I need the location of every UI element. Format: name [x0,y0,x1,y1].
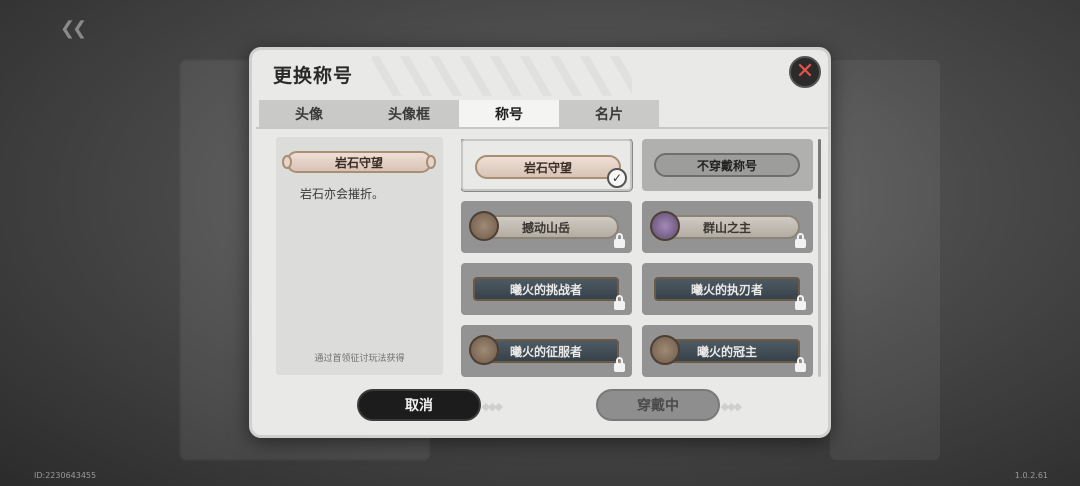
lock-icon [795,357,806,372]
user-id-label: ID:2230643455 [34,471,97,480]
title-card[interactable]: 曦火的挑战者 [461,263,632,315]
title-label: 曦火的执刃者 [690,282,763,297]
cancel-button[interactable]: 取消 ◆◆◆ [357,389,503,421]
lock-icon [614,295,625,310]
close-icon: ✕ [795,59,815,84]
emblem-icon [650,211,680,241]
title-plate: 曦火的执刃者 [654,277,800,301]
check-icon: ✓ [607,168,627,188]
scrollbar-thumb[interactable] [818,139,821,199]
title-card[interactable]: 曦火的执刃者 [642,263,813,315]
scrollbar[interactable] [818,139,821,377]
dialog-title: 更换称号 [273,65,354,87]
tab-avatar[interactable]: 头像 [259,100,359,127]
title-card[interactable]: 岩石守望 ✓ [461,139,632,191]
title-plate: 撼动山岳 [469,211,619,241]
title-label: 岩石守望 [523,160,572,175]
tab-avatar-frame[interactable]: 头像框 [359,100,459,127]
detail-source: 通过首领征讨玩法获得 [314,354,405,364]
tab-divider [256,127,830,129]
title-plate: 曦火的征服者 [469,335,619,365]
title-label: 不穿戴称号 [696,158,757,173]
title-label: 群山之主 [702,220,751,235]
title-plate: 群山之主 [650,211,800,241]
title-label: 曦火的挑战者 [509,282,582,297]
cancel-button-label: 取消 [405,398,433,414]
title-label: 曦火的征服者 [509,344,582,359]
version-label: 1.0.2.61 [1014,471,1048,480]
close-button[interactable]: ✕ [789,56,821,88]
tab-bar: 头像 头像框 称号 名片 [259,100,659,127]
lock-icon [795,233,806,248]
lock-icon [795,295,806,310]
chevron-decoration-icon: ◆◆◆ [481,400,503,413]
wearing-button-label: 穿戴中 [637,398,679,414]
wearing-button[interactable]: 穿戴中 ◆◆◆ [596,389,742,421]
title-card[interactable]: 不穿戴称号 [642,139,813,191]
tab-namecard[interactable]: 名片 [559,100,659,127]
header-decoration [372,56,632,96]
background-panel-right [830,60,940,460]
emblem-icon [469,335,499,365]
title-plate: 曦火的冠主 [650,335,800,365]
detail-title-badge: 岩石守望 [282,151,436,173]
emblem-icon [650,335,680,365]
title-grid: 岩石守望 ✓ 不穿戴称号 撼动山岳 群山之主 曦火的挑战者 曦火的执刃者 曦火的… [461,139,813,377]
title-plate: 曦火的挑战者 [473,277,619,301]
title-card[interactable]: 曦火的冠主 [642,325,813,377]
tab-title[interactable]: 称号 [459,100,559,127]
title-plate: 不穿戴称号 [654,153,800,177]
lock-icon [614,233,625,248]
title-plate: 岩石守望 [475,155,621,179]
emblem-icon [469,211,499,241]
change-title-dialog: 更换称号 ✕ 头像 头像框 称号 名片 岩石守望 岩石亦会摧折。 通过首领征讨玩… [249,47,831,438]
back-arrow-icon[interactable]: ❮❮ [60,18,87,39]
title-label: 曦火的冠主 [696,344,757,359]
chevron-decoration-icon: ◆◆◆ [720,400,742,413]
title-card[interactable]: 群山之主 [642,201,813,253]
title-card[interactable]: 撼动山岳 [461,201,632,253]
title-detail-panel: 岩石守望 岩石亦会摧折。 通过首领征讨玩法获得 [276,137,443,375]
lock-icon [614,357,625,372]
title-card[interactable]: 曦火的征服者 [461,325,632,377]
title-label: 撼动山岳 [521,220,570,235]
detail-description: 岩石亦会摧折。 [300,187,385,201]
